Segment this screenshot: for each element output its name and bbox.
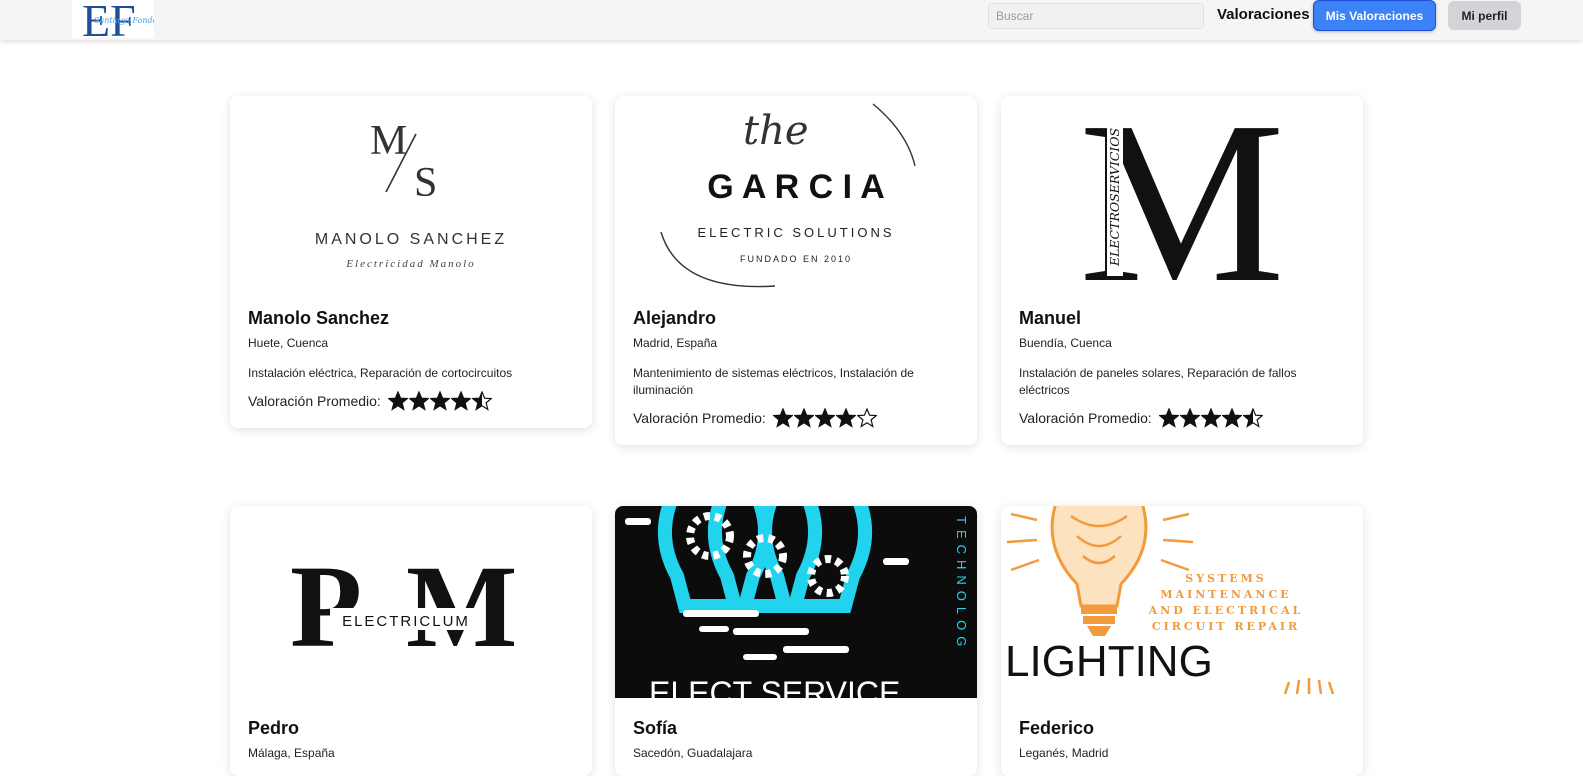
star-full-icon (814, 408, 835, 428)
brand-logo[interactable]: EF Santiago Fondo (72, 0, 154, 38)
electrician-card[interactable]: ELECT SERVICE TECHNOLOG Sofía Sacedón, G… (615, 506, 977, 776)
logo-title: LIGHTING (1005, 637, 1213, 686)
rating-stars (387, 391, 493, 411)
logo-line-1: SYSTEMS (1185, 572, 1266, 585)
rating-stars (772, 408, 878, 428)
card-location: Leganés, Madrid (1019, 746, 1109, 760)
card-location: Sacedón, Guadalajara (633, 746, 753, 760)
card-name[interactable]: Manuel (1019, 308, 1345, 328)
star-full-icon (793, 408, 814, 428)
star-empty-icon (856, 408, 877, 428)
star-full-icon (1179, 408, 1200, 428)
star-full-icon (1200, 408, 1221, 428)
logo-letter-p: P (290, 541, 362, 672)
card-name[interactable]: Federico (1019, 718, 1345, 738)
nav-link-valoraciones[interactable]: Valoraciones (1217, 6, 1310, 23)
card-logo-image: the G A R C I A ELECTRIC SOLUTIONS FUNDA… (615, 96, 977, 288)
star-full-icon (772, 408, 793, 428)
card-location: Madrid, España (633, 336, 718, 350)
star-full-icon (450, 391, 471, 411)
card-name[interactable]: Alejandro (633, 308, 959, 328)
star-half-icon (1242, 408, 1263, 428)
logo-initial-m: M (370, 118, 407, 164)
logo-title: MANOLO SANCHEZ (315, 231, 507, 248)
electrician-card[interactable]: SYSTEMS MAINTENANCE AND ELECTRICAL CIRCU… (1001, 506, 1363, 776)
card-services: Instalación eléctrica, Reparación de cor… (248, 366, 513, 380)
star-full-icon (429, 391, 450, 411)
card-rating: Valoración Promedio: (248, 390, 574, 412)
electrician-card[interactable]: M ELECTROSERVICIOS Manuel Buendía, Cuenc… (1001, 96, 1363, 445)
card-location: Málaga, España (248, 746, 335, 760)
logo-vertical-text: TECHNOLOG (954, 516, 969, 652)
star-full-icon (835, 408, 856, 428)
top-navbar: EF Santiago Fondo Valoraciones Mis Valor… (0, 0, 1583, 40)
card-name[interactable]: Sofía (633, 718, 959, 738)
card-location: Buendía, Cuenca (1019, 336, 1112, 350)
card-logo-image: P M ELECTRICLUM (230, 506, 592, 698)
mis-valoraciones-button[interactable]: Mis Valoraciones (1313, 0, 1436, 31)
card-services: Mantenimiento de sistemas eléctricos, In… (633, 366, 914, 397)
card-logo-image: SYSTEMS MAINTENANCE AND ELECTRICAL CIRCU… (1001, 506, 1363, 698)
card-logo-image: ELECT SERVICE TECHNOLOG (615, 506, 977, 698)
logo-founded: FUNDADO EN 2010 (740, 254, 852, 264)
brand-logo-mark: EF Santiago Fondo (82, 0, 154, 38)
logo-vertical-text: ELECTROSERVICIOS (1107, 128, 1122, 267)
logo-subtitle: Electricidad Manolo (345, 258, 475, 270)
electrician-card[interactable]: P M ELECTRICLUM Pedro Málaga, España (230, 506, 592, 776)
logo-line-3: AND ELECTRICAL (1148, 604, 1304, 617)
electrician-card[interactable]: the G A R C I A ELECTRIC SOLUTIONS FUNDA… (615, 96, 977, 445)
star-full-icon (1221, 408, 1242, 428)
card-name[interactable]: Pedro (248, 718, 574, 738)
card-location: Huete, Cuenca (248, 336, 329, 350)
logo-line-4: CIRCUIT REPAIR (1152, 620, 1300, 633)
logo-letter-m: M (406, 541, 517, 672)
logo-script: the (743, 108, 809, 154)
card-services: Instalación de paneles solares, Reparaci… (1019, 366, 1297, 397)
star-full-icon (387, 391, 408, 411)
logo-initial-s: S (414, 160, 437, 206)
star-half-icon (471, 391, 492, 411)
rating-stars (1158, 408, 1264, 428)
electrician-card[interactable]: M S MANOLO SANCHEZ Electricidad Manolo M… (230, 96, 592, 428)
search-input[interactable] (988, 3, 1204, 29)
card-rating: Valoración Promedio: (633, 407, 959, 429)
mi-perfil-button[interactable]: Mi perfil (1448, 1, 1521, 30)
card-rating: Valoración Promedio: (1019, 407, 1345, 429)
logo-title: G A R C I A (707, 168, 885, 206)
star-full-icon (1158, 408, 1179, 428)
rating-label: Valoración Promedio: (248, 393, 381, 409)
logo-subtitle: ELECTRIC SOLUTIONS (697, 225, 894, 240)
logo-title: ELECT SERVICE (649, 675, 900, 698)
logo-band-text: ELECTRICLUM (342, 613, 470, 630)
card-logo-image: M ELECTROSERVICIOS (1001, 96, 1363, 288)
rating-label: Valoración Promedio: (1019, 410, 1152, 426)
rating-label: Valoración Promedio: (633, 410, 766, 426)
card-name[interactable]: Manolo Sanchez (248, 308, 574, 328)
card-logo-image: M S MANOLO SANCHEZ Electricidad Manolo (230, 96, 592, 288)
brand-logo-script: Santiago Fondo (94, 16, 154, 25)
star-full-icon (408, 391, 429, 411)
logo-line-2: MAINTENANCE (1160, 588, 1291, 601)
